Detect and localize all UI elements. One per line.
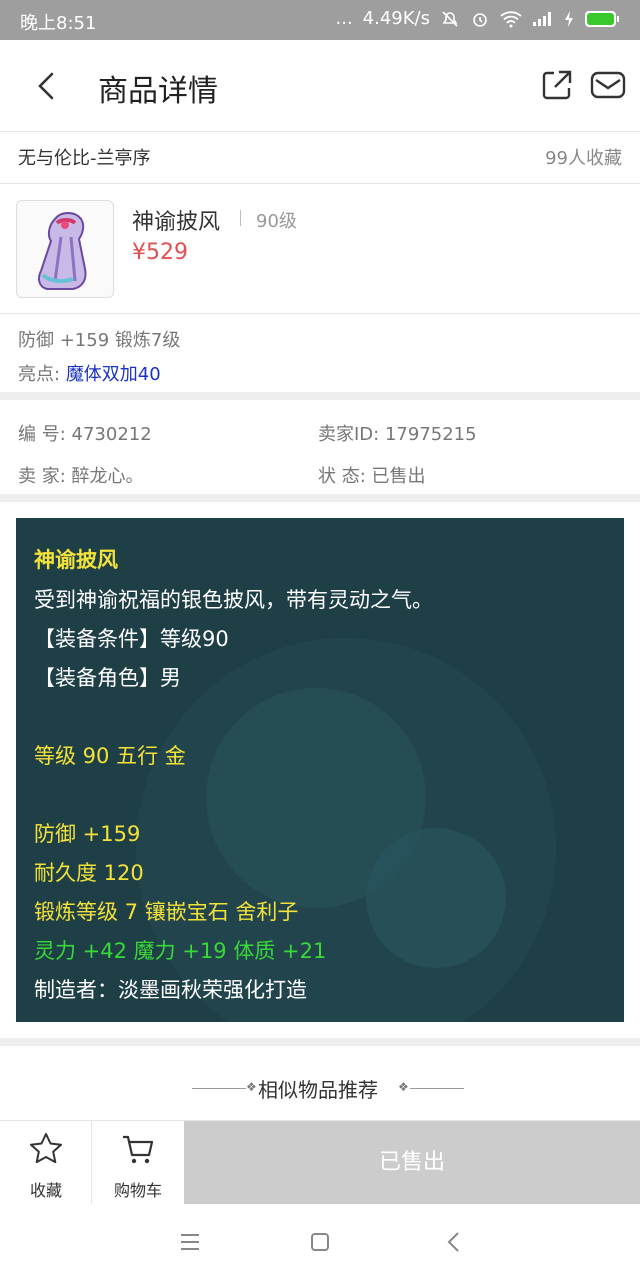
meta-seller-id: 卖家ID: 17975215 (318, 420, 477, 446)
item-attributes: 防御 +159 锻炼7级 (18, 330, 181, 351)
favorite-count: 99人收藏 (545, 148, 622, 169)
cloak-image (38, 212, 87, 290)
alarm-icon (470, 9, 490, 29)
header-line (192, 1088, 246, 1089)
highlight-label: 亮点: (18, 364, 61, 385)
cart-button[interactable]: 购物车 (92, 1121, 184, 1205)
meta-status: 状 态: 已售出 (318, 462, 426, 488)
item-level: 90级 (256, 211, 297, 232)
status-bar: 晚上8:51 ... 4.49K/s (0, 0, 640, 40)
system-nav-bar (0, 1204, 640, 1280)
back-nav-icon[interactable] (440, 1228, 468, 1256)
network-speed: 4.49K/s (362, 8, 430, 29)
item-description-panel: 神谕披风 受到神谕祝福的银色披风，带有灵动之气。 【装备条件】等级90 【装备角… (16, 518, 624, 1022)
nav-bar: 商品详情 (0, 40, 640, 132)
mail-icon[interactable] (590, 70, 626, 100)
product-name-row: 无与伦比-兰亭序 99人收藏 (0, 132, 640, 184)
meta-status-value: 已售出 (371, 466, 426, 487)
meta-seller-value: 醉龙心。 (71, 466, 144, 487)
status-dots: ... (335, 8, 353, 29)
desc-line: 灵力 +42 魔力 +19 体质 +21 (34, 939, 327, 963)
product-name: 无与伦比-兰亭序 (18, 148, 151, 169)
desc-title: 神谕披风 (34, 548, 118, 572)
section-divider (0, 1038, 640, 1046)
diamond-icon: ❖ (246, 1080, 257, 1094)
cart-icon (120, 1131, 156, 1167)
item-title: 神谕披风 (132, 210, 221, 235)
share-icon[interactable] (540, 68, 574, 102)
item-price: ¥529 (132, 240, 188, 265)
meta-id: 编 号: 4730212 (18, 420, 152, 446)
meta-id-value: 4730212 (71, 424, 152, 445)
page-title: 商品详情 (98, 74, 218, 109)
meta-status-label: 状 态: (318, 466, 366, 487)
star-icon (28, 1131, 64, 1167)
silent-icon (440, 9, 460, 29)
desc-line: 防御 +159 (34, 822, 141, 846)
battery-icon (584, 10, 620, 28)
desc-line: 制造者：淡墨画秋荣强化打造 (34, 978, 307, 1002)
similar-items-header: ❖ 相似物品推荐 ❖ (0, 1060, 640, 1116)
meta-seller-id-value: 17975215 (384, 424, 477, 445)
highlight-value: 魔体双加40 (65, 364, 161, 385)
status-time: 晚上8:51 (20, 13, 97, 34)
status-icons: ... 4.49K/s (336, 8, 621, 29)
signal-icon (532, 11, 554, 27)
menu-icon[interactable] (176, 1228, 204, 1256)
item-thumbnail[interactable] (16, 200, 114, 298)
diamond-icon: ❖ (398, 1080, 409, 1094)
section-divider (0, 494, 640, 502)
desc-line: 耐久度 120 (34, 861, 144, 885)
home-icon[interactable] (306, 1228, 334, 1256)
item-summary: 神谕披风 90级 ¥529 (0, 184, 640, 314)
bottom-action-bar: 收藏 购物车 已售出 (0, 1120, 640, 1205)
meta-seller: 卖 家: 醉龙心。 (18, 462, 144, 488)
favorite-label: 收藏 (29, 1181, 62, 1200)
desc-line: 锻炼等级 7 镶嵌宝石 舍利子 (34, 900, 299, 924)
back-icon[interactable] (28, 66, 68, 106)
section-divider (0, 392, 640, 400)
favorite-button[interactable]: 收藏 (0, 1121, 92, 1205)
desc-line: 等级 90 五行 金 (34, 744, 186, 768)
meta-seller-label: 卖 家: (18, 466, 66, 487)
sold-out-button[interactable]: 已售出 (184, 1121, 640, 1205)
desc-line: 受到神谕祝福的银色披风，带有灵动之气。 (34, 588, 433, 612)
meta-id-label: 编 号: (18, 424, 66, 445)
similar-items-label: 相似物品推荐 (258, 1078, 378, 1102)
desc-line: 【装备条件】等级90 (34, 627, 229, 651)
desc-line: 【装备角色】男 (34, 666, 181, 690)
title-divider (240, 210, 241, 226)
wifi-icon (500, 10, 522, 28)
highlight-row: 亮点: 魔体双加40 (18, 360, 161, 386)
cart-label: 购物车 (113, 1181, 162, 1200)
header-line (410, 1088, 464, 1089)
meta-seller-id-label: 卖家ID: (318, 424, 380, 445)
charging-icon (564, 10, 574, 28)
